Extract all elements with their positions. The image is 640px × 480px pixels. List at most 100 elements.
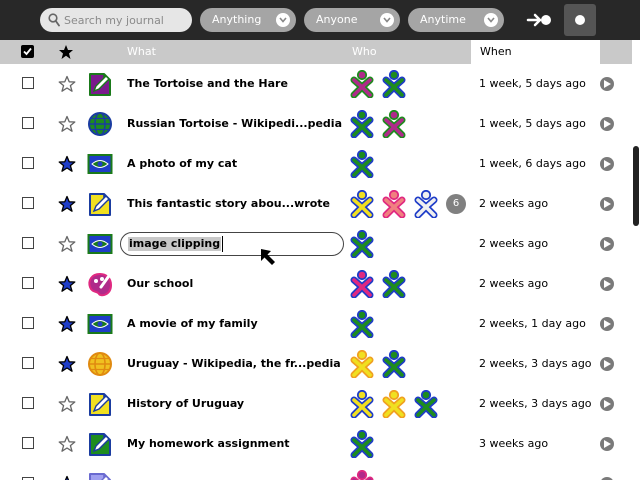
entry-title[interactable]: This fantastic story abou...wrote	[127, 184, 330, 224]
entry-checkbox[interactable]	[22, 237, 34, 249]
buddy-xo-icon[interactable]	[380, 189, 408, 219]
journal-entry-row[interactable]: Russian Tortoise - Wikipedi...pedia 1 we…	[0, 104, 632, 144]
resume-arrow-icon[interactable]	[600, 117, 614, 131]
browse-activity-icon[interactable]	[87, 111, 113, 137]
star-filled-icon[interactable]	[58, 195, 76, 217]
entry-checkbox[interactable]	[22, 197, 34, 209]
star-outline-icon[interactable]	[58, 75, 76, 97]
entry-date: 1 week, 5 days ago	[479, 117, 586, 130]
write-activity-icon[interactable]	[87, 191, 113, 217]
browse-activity-icon[interactable]	[87, 351, 113, 377]
buddy-xo-icon[interactable]	[380, 109, 408, 139]
buddy-xo-icon[interactable]	[348, 389, 376, 419]
entry-checkbox[interactable]	[22, 117, 34, 129]
record-button[interactable]	[564, 4, 596, 36]
column-what[interactable]: What	[127, 40, 156, 64]
journal-entry-row[interactable]: image clipping 2 weeks ago	[0, 224, 632, 264]
buddy-xo-icon[interactable]	[348, 109, 376, 139]
write-activity-icon[interactable]	[87, 391, 113, 417]
resume-arrow-icon[interactable]	[600, 357, 614, 371]
buddy-xo-icon[interactable]	[348, 69, 376, 99]
scrollbar-thumb[interactable]	[633, 146, 639, 226]
star-filled-icon[interactable]	[58, 355, 76, 377]
entry-checkbox[interactable]	[22, 77, 34, 89]
buddy-xo-icon[interactable]	[348, 149, 376, 179]
search-input[interactable]	[64, 11, 184, 29]
resume-arrow-icon[interactable]	[600, 317, 614, 331]
title-edit-field[interactable]: image clipping	[120, 232, 344, 256]
journal-entry-row[interactable]: This fantastic story abou...wrote 6 2 we…	[0, 184, 632, 224]
entry-title[interactable]: Our school	[127, 264, 193, 304]
star-filled-icon[interactable]	[58, 275, 76, 297]
buddy-xo-icon[interactable]	[380, 389, 408, 419]
journal-entry-row[interactable]: A movie of my family 2 weeks, 1 day ago	[0, 304, 632, 344]
image-viewer-icon[interactable]	[87, 151, 113, 177]
image-viewer-icon[interactable]	[87, 311, 113, 337]
buddy-xo-icon[interactable]	[348, 229, 376, 259]
star-filled-icon[interactable]	[58, 315, 76, 337]
resume-arrow-icon[interactable]	[600, 157, 614, 171]
resume-arrow-icon[interactable]	[600, 437, 614, 451]
entry-checkbox[interactable]	[22, 157, 34, 169]
journal-entry-row[interactable]: History of Uruguay 2 weeks, 3 days ago	[0, 384, 632, 424]
filter-time-combo[interactable]: Anytime	[408, 8, 504, 32]
write-activity-icon[interactable]	[87, 471, 113, 480]
filter-type-combo[interactable]: Anything	[200, 8, 296, 32]
favorite-column-star-icon[interactable]	[58, 44, 74, 60]
search-box[interactable]	[40, 8, 192, 32]
scrollbar[interactable]	[632, 40, 640, 480]
entry-title[interactable]: A photo of my cat	[127, 144, 237, 184]
star-filled-icon[interactable]	[58, 475, 76, 480]
filter-buddy-combo[interactable]: Anyone	[304, 8, 400, 32]
journal-entry-row[interactable]: A photo of my cat 1 week, 6 days ago	[0, 144, 632, 184]
entry-checkbox[interactable]	[22, 437, 34, 449]
entry-title[interactable]: History of Uruguay	[127, 384, 244, 424]
write-activity-icon[interactable]	[87, 431, 113, 457]
star-outline-icon[interactable]	[58, 395, 76, 417]
journal-entry-row[interactable]: The Tortoise and the Hare 1 week, 5 days…	[0, 64, 632, 104]
resume-arrow-icon[interactable]	[600, 277, 614, 291]
journal-entry-row[interactable]: Uruguay - Wikipedia, the fr...pedia 2 we…	[0, 344, 632, 384]
star-outline-icon[interactable]	[58, 115, 76, 137]
image-viewer-icon[interactable]	[87, 231, 113, 257]
column-when[interactable]: When	[471, 40, 600, 64]
buddy-xo-icon[interactable]	[348, 189, 376, 219]
entry-title[interactable]: Uruguay - Wikipedia, the fr...pedia	[127, 344, 341, 384]
entry-checkbox[interactable]	[22, 397, 34, 409]
buddy-xo-icon[interactable]	[412, 389, 440, 419]
buddy-xo-icon[interactable]	[348, 269, 376, 299]
buddy-xo-icon[interactable]	[412, 189, 440, 219]
resume-arrow-icon[interactable]	[600, 397, 614, 411]
journal-entry-row[interactable]: Our school 2 weeks ago	[0, 264, 632, 304]
entry-title[interactable]: A movie of my family	[127, 304, 258, 344]
select-all-checkbox[interactable]	[21, 45, 34, 58]
resume-arrow-icon[interactable]	[600, 197, 614, 211]
star-filled-icon[interactable]	[58, 155, 76, 177]
entry-date: 2 weeks, 3 days ago	[479, 397, 592, 410]
buddy-xo-icon[interactable]	[348, 349, 376, 379]
share-button[interactable]	[524, 4, 556, 36]
buddy-xo-icon[interactable]	[380, 349, 408, 379]
entry-title[interactable]: The Tortoise and the Hare	[127, 64, 288, 104]
journal-entry-row[interactable]	[0, 464, 632, 480]
column-who[interactable]: Who	[352, 40, 377, 64]
search-icon	[48, 13, 60, 27]
buddy-xo-icon[interactable]	[380, 269, 408, 299]
resume-arrow-icon[interactable]	[600, 237, 614, 251]
entry-checkbox[interactable]	[22, 357, 34, 369]
entry-checkbox[interactable]	[22, 317, 34, 329]
write-activity-icon[interactable]	[87, 71, 113, 97]
entry-title[interactable]: Russian Tortoise - Wikipedi...pedia	[127, 104, 342, 144]
buddy-xo-icon[interactable]	[380, 69, 408, 99]
buddy-xo-icon[interactable]	[348, 469, 376, 480]
entry-title[interactable]: My homework assignment	[127, 424, 290, 464]
buddy-xo-icon[interactable]	[348, 309, 376, 339]
more-buddies-badge[interactable]: 6	[446, 194, 466, 214]
buddy-xo-icon[interactable]	[348, 429, 376, 459]
paint-activity-icon[interactable]	[87, 271, 113, 297]
resume-arrow-icon[interactable]	[600, 77, 614, 91]
star-outline-icon[interactable]	[58, 435, 76, 457]
journal-entry-row[interactable]: My homework assignment 3 weeks ago	[0, 424, 632, 464]
star-outline-icon[interactable]	[58, 235, 76, 257]
entry-checkbox[interactable]	[22, 277, 34, 289]
